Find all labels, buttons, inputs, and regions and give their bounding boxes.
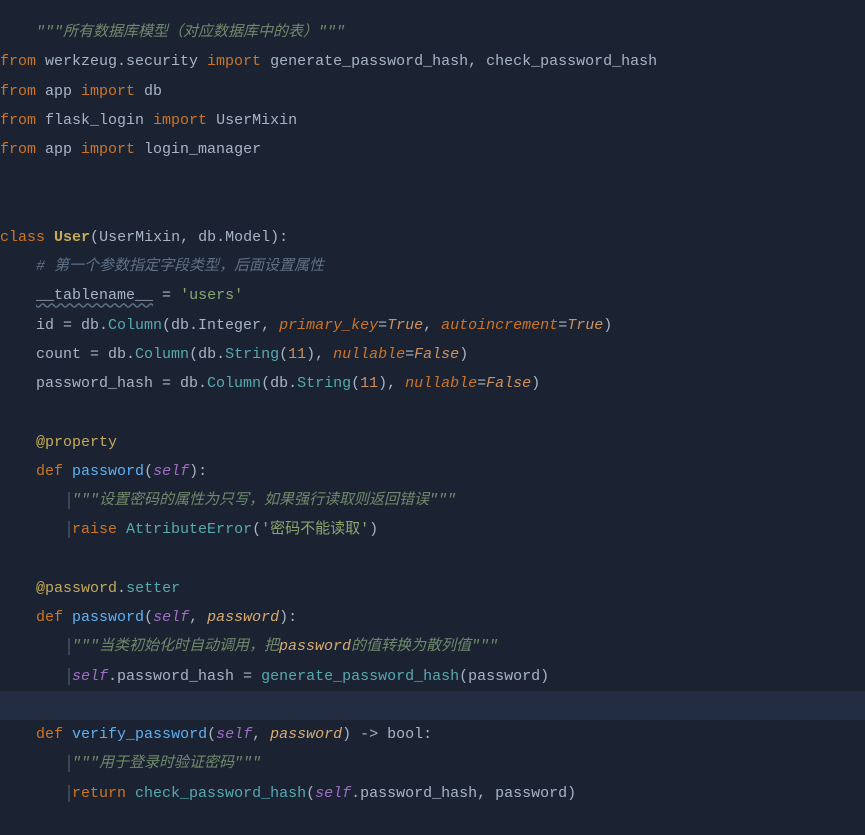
- code-line: """用于登录时验证密码""": [0, 749, 865, 778]
- code-line: """设置密码的属性为只写，如果强行读取则返回错误""": [0, 486, 865, 515]
- code-line: @property: [0, 428, 865, 457]
- code-line: return check_password_hash(self.password…: [0, 779, 865, 808]
- code-line: count = db.Column(db.String(11), nullabl…: [0, 340, 865, 369]
- code-line: # 第一个参数指定字段类型，后面设置属性: [0, 252, 865, 281]
- code-line: """所有数据库模型（对应数据库中的表）""": [0, 18, 865, 47]
- blank-line: [0, 545, 865, 574]
- blank-line: [0, 691, 865, 720]
- code-line: password_hash = db.Column(db.String(11),…: [0, 369, 865, 398]
- code-line: @password.setter: [0, 574, 865, 603]
- code-line: from app import login_manager: [0, 135, 865, 164]
- code-line: id = db.Column(db.Integer, primary_key=T…: [0, 311, 865, 340]
- code-line: self.password_hash = generate_password_h…: [0, 662, 865, 691]
- code-line: __tablename__ = 'users': [0, 281, 865, 310]
- code-line: raise AttributeError('密码不能读取'): [0, 515, 865, 544]
- code-line: from app import db: [0, 77, 865, 106]
- code-line: class User(UserMixin, db.Model):: [0, 223, 865, 252]
- code-line: """当类初始化时自动调用，把password的值转换为散列值""": [0, 632, 865, 661]
- code-editor[interactable]: """所有数据库模型（对应数据库中的表）""" from werkzeug.se…: [0, 18, 865, 808]
- code-line: def password(self, password):: [0, 603, 865, 632]
- code-line: def password(self):: [0, 457, 865, 486]
- blank-line: [0, 194, 865, 223]
- blank-line: [0, 398, 865, 427]
- code-line: from werkzeug.security import generate_p…: [0, 47, 865, 76]
- code-line: def verify_password(self, password) -> b…: [0, 720, 865, 749]
- code-line: from flask_login import UserMixin: [0, 106, 865, 135]
- blank-line: [0, 164, 865, 193]
